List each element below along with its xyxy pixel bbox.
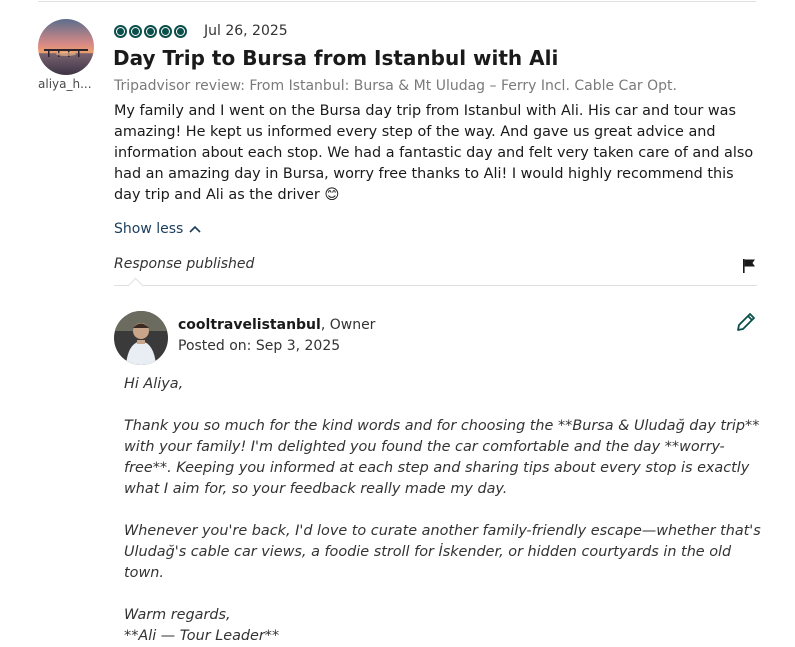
response-body: Hi Aliya, Thank you so much for the kind… xyxy=(124,374,764,647)
review-title: Day Trip to Bursa from Istanbul with Ali xyxy=(113,46,559,70)
response-published-label: Response published xyxy=(114,256,255,272)
top-divider xyxy=(38,1,756,2)
rating-bubble-icon xyxy=(114,25,127,38)
reviewer-username[interactable]: aliya_h... xyxy=(38,77,98,91)
response-divider xyxy=(114,285,757,286)
show-less-button[interactable]: Show less xyxy=(114,221,201,237)
rating-bubbles xyxy=(114,25,187,38)
rating-bubble-icon xyxy=(174,25,187,38)
rating-bubble-icon xyxy=(129,25,142,38)
posted-label: Posted on: xyxy=(178,338,252,354)
owner-avatar[interactable] xyxy=(114,311,168,365)
response-paragraph-2: Whenever you're back, I'd love to curate… xyxy=(124,523,761,581)
posted-date: Sep 3, 2025 xyxy=(255,338,341,354)
smile-emoji: 😊 xyxy=(324,187,340,203)
response-paragraph-1: Thank you so much for the kind words and… xyxy=(124,418,760,497)
reviewer-avatar[interactable] xyxy=(38,19,94,75)
show-less-label: Show less xyxy=(114,221,184,237)
flag-icon[interactable] xyxy=(741,258,757,274)
response-greeting: Hi Aliya, xyxy=(124,376,184,392)
owner-line: cooltravelistanbul, Owner xyxy=(178,317,375,333)
chevron-up-icon xyxy=(189,225,201,233)
owner-name[interactable]: cooltravelistanbul xyxy=(178,317,321,333)
posted-line: Posted on: Sep 3, 2025 xyxy=(178,338,340,354)
rating-bubble-icon xyxy=(159,25,172,38)
review-body-text: My family and I went on the Bursa day tr… xyxy=(114,103,754,203)
response-signoff: Warm regards, **Ali — Tour Leader** xyxy=(124,605,764,647)
owner-role: , Owner xyxy=(320,317,376,333)
rating-bubble-icon xyxy=(144,25,157,38)
review-subtitle: Tripadvisor review: From Istanbul: Bursa… xyxy=(114,78,677,94)
response-notch xyxy=(127,277,144,294)
pencil-icon[interactable] xyxy=(735,311,757,333)
response-signoff-text: Warm regards, xyxy=(124,607,231,623)
review-date: Jul 26, 2025 xyxy=(204,23,288,39)
review-body: My family and I went on the Bursa day tr… xyxy=(114,101,754,206)
